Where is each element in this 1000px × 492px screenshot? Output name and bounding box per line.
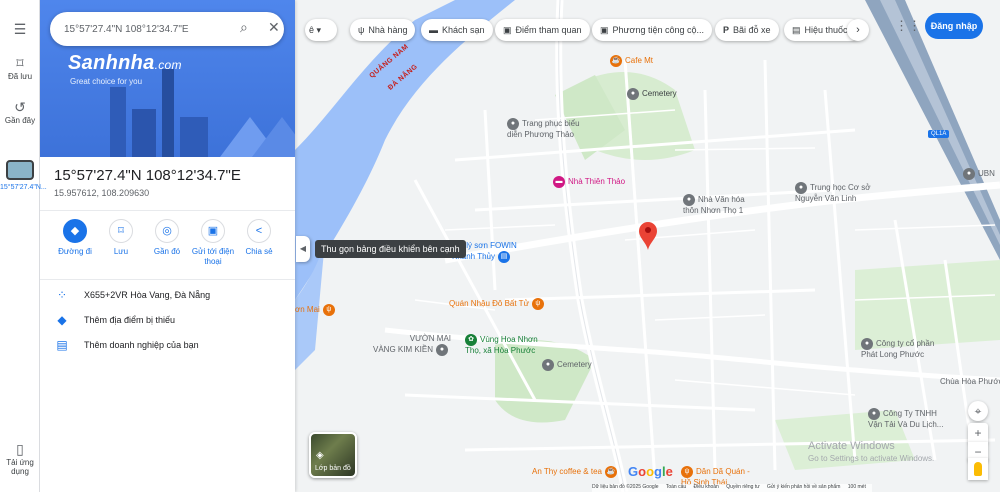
chip-restaurants[interactable]: ψ Nhà hàng: [350, 19, 416, 41]
chip-transit[interactable]: ▣ Phương tiện công cộ...: [592, 19, 712, 41]
plus-icon: +: [974, 426, 982, 440]
directions-button[interactable]: ◆ Đường đi: [50, 219, 100, 257]
attr-feedback[interactable]: Gửi ý kiến phản hồi về sản phẩm: [767, 484, 840, 490]
poi-trang-phuc[interactable]: ● Trang phục biểu diễn Phương Thảo: [507, 118, 580, 140]
poi-cemetery-top[interactable]: ● Cemetery: [627, 88, 677, 100]
add-business-icon: ▤: [56, 338, 68, 352]
attr-copyright: Dữ liệu bản đồ ©2025 Google: [592, 484, 659, 490]
menu-button[interactable]: ☰: [0, 20, 40, 38]
my-location-button[interactable]: ⌖: [968, 401, 988, 421]
layers-button[interactable]: ◈ Lớp bản đồ: [309, 432, 357, 478]
poi-cemetery-mid[interactable]: ● Cemetery: [542, 359, 592, 371]
install-app-button[interactable]: ▯ Tải ứng dụng: [0, 440, 40, 476]
street-view-pegman[interactable]: [968, 458, 988, 480]
minus-icon: −: [974, 445, 982, 459]
collapse-tooltip: Thu gọn bảng điều khiển bên cạnh: [315, 240, 466, 258]
bookmark-icon: ⌑: [16, 55, 24, 71]
parking-icon: P: [723, 25, 730, 35]
phone-send-icon: ▣: [201, 219, 225, 243]
layers-label: Lớp bản đồ: [315, 465, 351, 472]
search-icon[interactable]: ⌕: [240, 19, 248, 36]
camera-icon: ▣: [503, 25, 512, 35]
restaurant-icon: ψ: [358, 25, 365, 35]
phone-icon: ▯: [16, 441, 24, 457]
poi-ubnd[interactable]: ● UBN: [963, 168, 995, 180]
poi-cong-ty-tnhh[interactable]: ● Công Ty TNHH Vận Tải Và Du Lịch...: [868, 408, 943, 430]
brand-logo: Sanhnha.com: [68, 52, 182, 74]
add-location-icon: ◆: [57, 313, 67, 327]
transit-icon: ▣: [600, 25, 609, 35]
poi-quan-nhau[interactable]: Quán Nhậu Đô Bất Tử ψ: [449, 298, 547, 310]
side-panel: Sanhnha.com Great choice for you ⌕ ✕ 15°…: [40, 0, 295, 492]
map-type-icon: ê ▾: [309, 25, 322, 35]
attr-privacy[interactable]: Quyền riêng tư: [726, 484, 759, 490]
recent-place-thumbnail[interactable]: [6, 160, 34, 180]
hotel-icon: ▬: [429, 25, 438, 35]
add-business-row[interactable]: ▤ Thêm doanh nghiệp của bạn: [40, 335, 295, 359]
search-input[interactable]: [64, 20, 224, 38]
google-logo: Google: [628, 464, 673, 479]
pharmacy-icon: ▤: [792, 25, 801, 35]
poi-chua-hoa-phuoc[interactable]: Chùa Hòa Phước: [940, 377, 1000, 387]
poi-cong-ty-phat-long[interactable]: ● Công ty cổ phần Phát Long Phước: [861, 338, 934, 360]
attr-scale[interactable]: 100 mét: [848, 484, 866, 490]
poi-nha-thien-thao[interactable]: ▬ Nhà Thiên Thảo: [553, 176, 625, 188]
recent-button[interactable]: ↺ Gần đây: [0, 98, 40, 125]
send-to-phone-button[interactable]: ▣ Gửi tới điện thoại: [188, 219, 238, 267]
poi-vuon-mai[interactable]: VƯỜN MAI VÀNG KIM KIỀN ●: [373, 334, 451, 356]
place-decimal-coords: 15.957612, 108.209630: [54, 188, 150, 198]
map-type-button[interactable]: ê ▾: [305, 19, 337, 41]
collapse-panel-button[interactable]: ◀: [296, 236, 310, 262]
apps-grid-icon[interactable]: ⋮⋮: [895, 17, 921, 35]
highway-shield: QL1A: [928, 130, 950, 138]
poi-vung-hoa[interactable]: ✿ Vùng Hoa Nhơn Thọ, xã Hòa Phước: [465, 334, 538, 356]
chips-next-button[interactable]: ›: [847, 19, 869, 41]
recent-place-label[interactable]: 15°57'27.4"N...: [0, 183, 47, 192]
poi-on-mai[interactable]: ơn Mai ψ: [295, 304, 338, 316]
attr-terms[interactable]: Điều khoản: [694, 484, 719, 490]
nearby-icon: ◎: [155, 219, 179, 243]
layers-icon: ◈: [316, 450, 324, 461]
poi-nha-van-hoa[interactable]: ● Nhà Văn hóa thôn Nhơn Thọ 1: [683, 194, 745, 216]
save-button[interactable]: ⌑ Lưu: [96, 219, 146, 257]
directions-icon: ◆: [63, 219, 87, 243]
share-icon: <: [247, 219, 271, 243]
saved-button[interactable]: ⌑ Đã lưu: [0, 54, 40, 81]
bookmark-icon: ⌑: [109, 219, 133, 243]
plus-code-row[interactable]: ⁘ X655+2VR Hòa Vang, Đà Nẵng: [40, 285, 295, 309]
poi-an-thy[interactable]: An Thy coffee & tea ☕: [532, 466, 620, 478]
chip-hotels[interactable]: ▬ Khách sạn: [421, 19, 493, 41]
sign-in-button[interactable]: Đăng nhập: [925, 13, 983, 39]
divider: [40, 279, 295, 280]
share-button[interactable]: < Chia sẻ: [234, 219, 284, 257]
nearby-button[interactable]: ◎ Gần đó: [142, 219, 192, 257]
watermark-line2: Go to Settings to activate Windows.: [808, 454, 935, 463]
divider: [40, 210, 295, 211]
attr-global[interactable]: Toàn cầu: [666, 484, 686, 490]
poi-cafe-mt[interactable]: ☕ Cafe Mt: [610, 55, 653, 67]
poi-truong-thcs[interactable]: ● Trung học Cơ sở Nguyễn Văn Linh: [795, 182, 870, 204]
chip-parking[interactable]: P Bãi đỗ xe: [715, 19, 779, 41]
crosshair-icon: ⌖: [974, 404, 982, 418]
action-buttons: ◆ Đường đi ⌑ Lưu ◎ Gần đó ▣ Gửi tới điện tho…: [40, 219, 295, 279]
watermark-line1: Activate Windows: [808, 440, 895, 452]
place-title: 15°57'27.4"N 108°12'34.7"E: [54, 167, 241, 184]
brand-tagline: Great choice for you: [70, 77, 143, 86]
chevron-right-icon: ›: [856, 24, 860, 36]
plus-code-icon: ⁘: [56, 288, 68, 302]
maps-app: QUẢNG NAM ĐÀ NẴNG QL1A ☕ Cafe Mt ● Cemeter…: [0, 0, 1000, 492]
history-icon: ↺: [14, 99, 26, 115]
left-rail: ☰ ⌑ Đã lưu ↺ Gần đây 15°57'27.4"N... ▯ Tải …: [0, 0, 47, 492]
chip-attractions[interactable]: ▣ Điểm tham quan: [495, 19, 590, 41]
pegman-icon: [974, 462, 982, 476]
zoom-in-button[interactable]: +: [968, 423, 988, 443]
map-attribution: Dữ liệu bản đồ ©2025 Google Toàn cầu Điề…: [592, 484, 872, 492]
search-box: ⌕ ✕: [50, 12, 284, 46]
add-missing-place-row[interactable]: ◆ Thêm địa điểm bị thiếu: [40, 310, 295, 334]
windows-watermark: Activate Windows Go to Settings to activ…: [808, 440, 934, 463]
menu-icon: ☰: [13, 21, 27, 37]
close-icon[interactable]: ✕: [268, 19, 280, 36]
